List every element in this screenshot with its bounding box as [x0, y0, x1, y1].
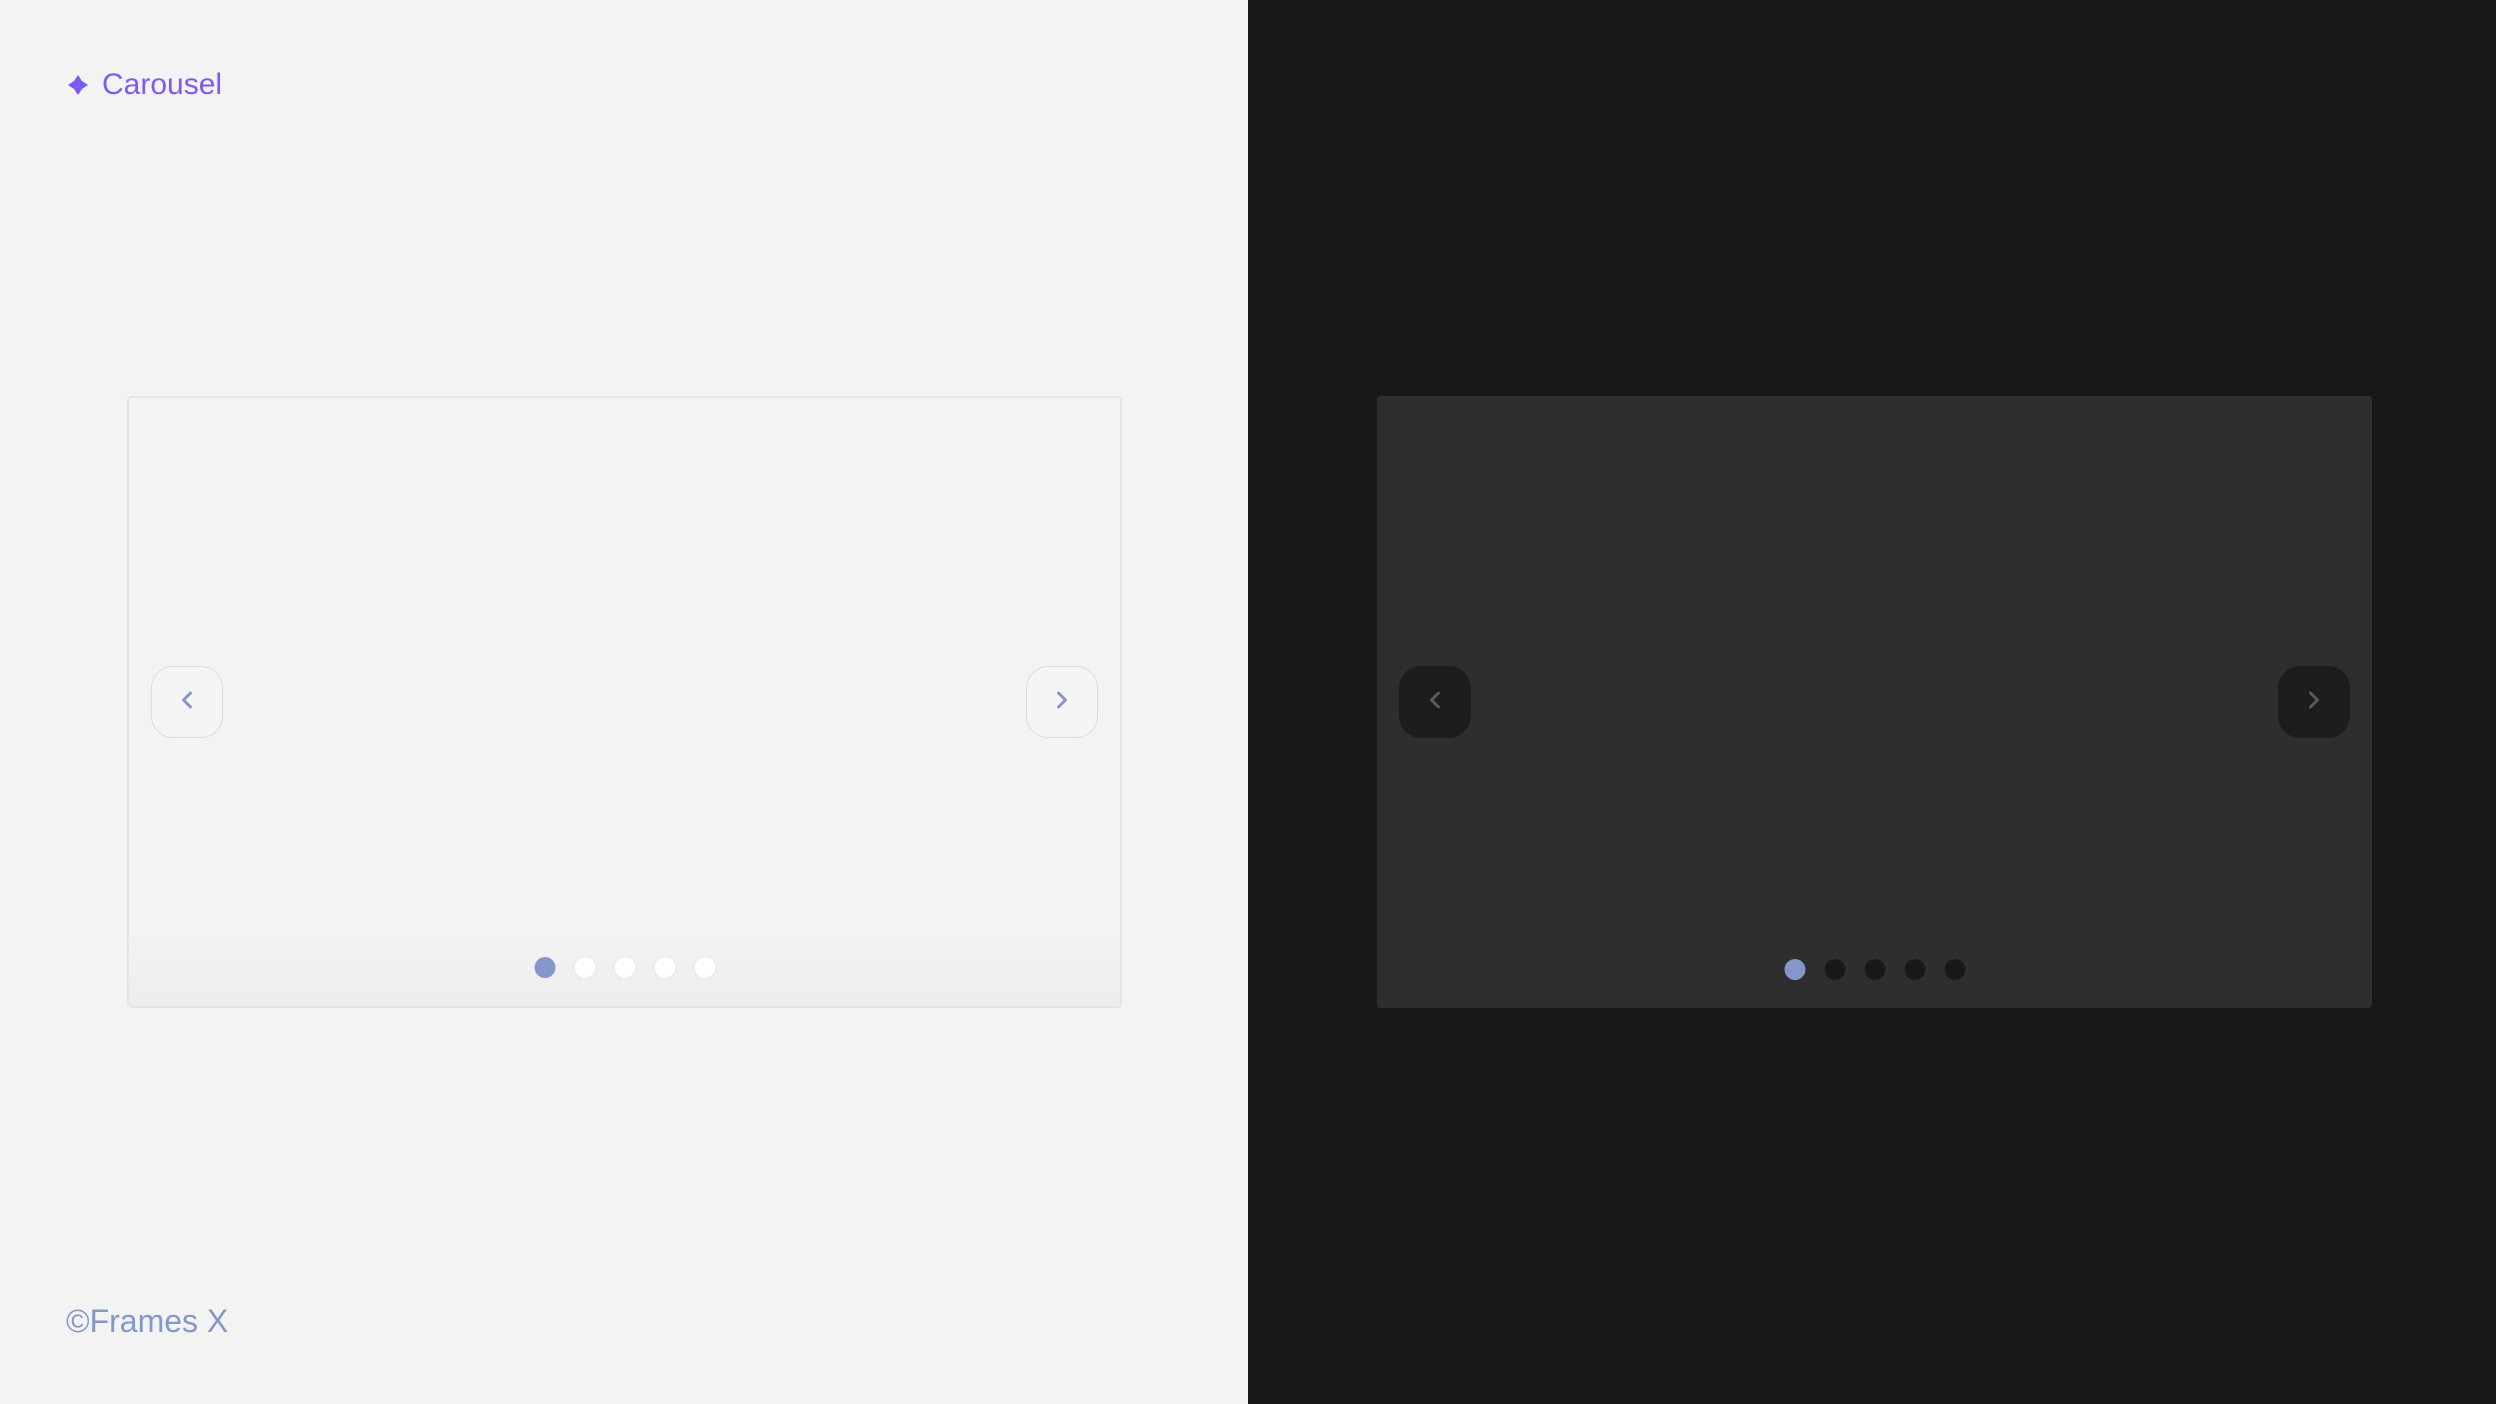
dot-dark-2[interactable]: [1824, 959, 1845, 980]
dot-dark-5[interactable]: [1944, 959, 1965, 980]
carousel-light: [127, 396, 1122, 1008]
pagination-dots: [534, 957, 715, 978]
next-button-dark[interactable]: [2278, 666, 2350, 738]
carousel-dark: [1377, 396, 2372, 1008]
next-button[interactable]: [1026, 666, 1098, 738]
dot-dark-1[interactable]: [1784, 959, 1805, 980]
dot-3[interactable]: [614, 957, 635, 978]
copyright-footer: ©Frames X: [66, 1303, 228, 1340]
dot-1[interactable]: [534, 957, 555, 978]
dot-2[interactable]: [574, 957, 595, 978]
prev-button-dark[interactable]: [1399, 666, 1471, 738]
chevron-right-icon: [2300, 686, 2328, 719]
dot-5[interactable]: [694, 957, 715, 978]
dot-4[interactable]: [654, 957, 675, 978]
prev-button[interactable]: [151, 666, 223, 738]
pagination-dots-dark: [1784, 959, 1965, 980]
light-panel: Carousel: [0, 0, 1248, 1404]
main-container: Carousel: [0, 0, 2496, 1404]
dot-dark-3[interactable]: [1864, 959, 1885, 980]
component-header: Carousel: [66, 68, 222, 102]
dot-dark-4[interactable]: [1904, 959, 1925, 980]
chevron-left-icon: [173, 686, 201, 719]
diamond-icon: [66, 73, 90, 97]
dark-panel: [1248, 0, 2496, 1404]
component-title: Carousel: [102, 68, 222, 102]
chevron-left-icon: [1421, 686, 1449, 719]
chevron-right-icon: [1048, 686, 1076, 719]
